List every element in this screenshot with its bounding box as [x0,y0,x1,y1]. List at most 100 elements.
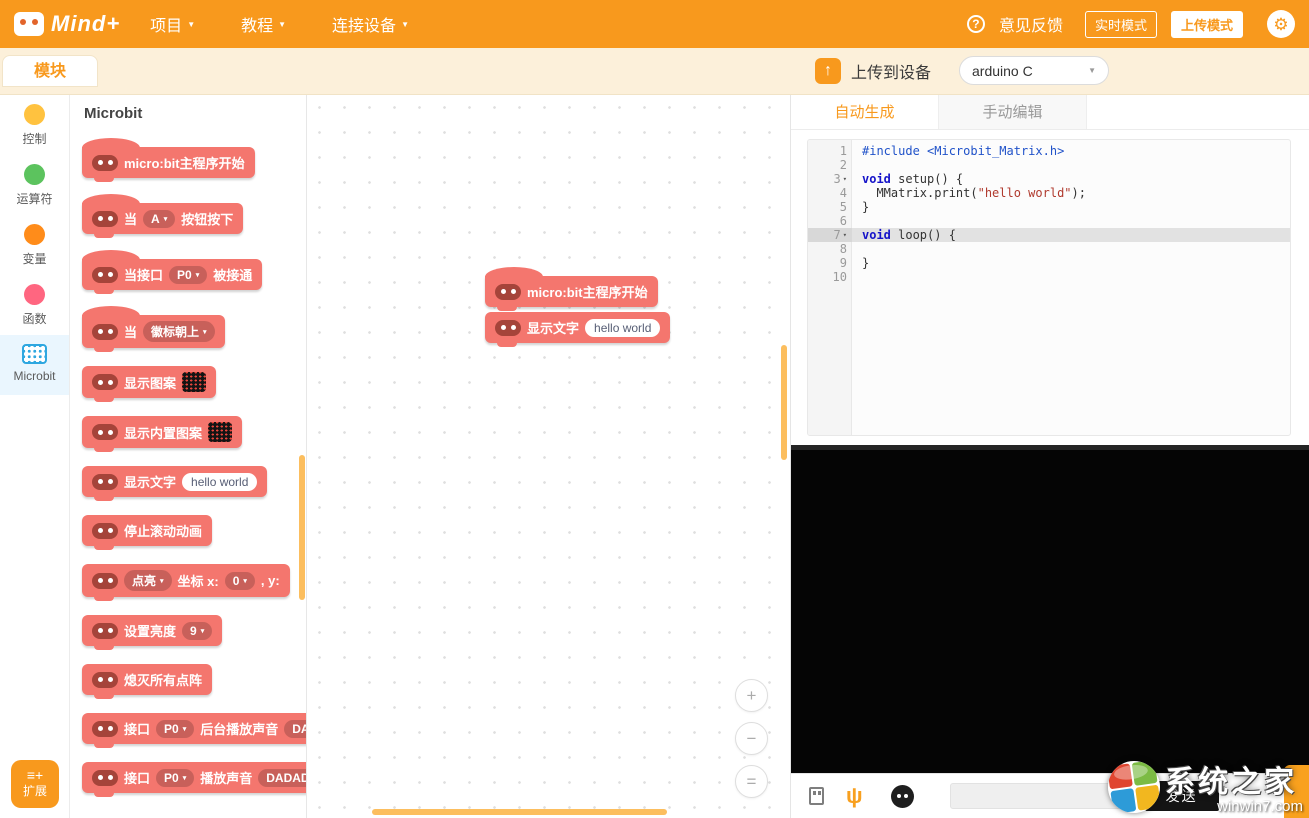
category-label: 变量 [22,250,46,267]
canvas[interactable]: micro:bit主程序开始显示文字hello world + − = [307,95,790,818]
board-select[interactable]: arduino C ▼ [959,56,1109,85]
line-number: 9 [808,256,852,270]
block-label: micro:bit主程序开始 [124,153,245,172]
palette-block[interactable]: 停止滚动动画 [82,515,212,546]
code-text: } [852,256,869,270]
code-line: 6 [808,214,1290,228]
zoom-in-button[interactable]: + [735,679,768,712]
category-operators[interactable]: 运算符 [0,155,69,215]
palette-block[interactable]: 当接口P0▾被接通 [82,259,262,290]
category-microbit[interactable]: Microbit [0,335,69,395]
fold-caret-icon[interactable]: ▾ [843,228,847,242]
palette-block[interactable]: 接口P0▾后台播放声音DADADADUM▾ [82,713,307,744]
block-label: 停止滚动动画 [124,521,202,540]
usb-serial-icon[interactable]: ψ [846,785,863,807]
category-variables[interactable]: 变量 [0,215,69,275]
microbit-chip-icon [22,344,47,364]
palette-block[interactable]: micro:bit主程序开始 [82,147,255,178]
code-line: 9} [808,256,1290,270]
extension-button[interactable]: ≡+ 扩展 [11,760,59,808]
block-face-icon [92,374,118,390]
block-text-field[interactable]: hello world [182,473,257,491]
block-dropdown[interactable]: P0▾ [156,720,194,738]
tab-auto-generate[interactable]: 自动生成 [791,95,939,129]
device-icon[interactable] [891,785,914,808]
palette-block[interactable]: 显示文字hello world [82,466,267,497]
led-matrix-icon[interactable] [182,372,206,392]
upload-mode-button[interactable]: 上传模式 [1171,11,1243,38]
block-dropdown[interactable]: 9▾ [182,622,212,640]
canvas-horizontal-scrollbar[interactable] [372,809,667,815]
chevron-down-icon: ▼ [278,20,286,29]
code-line: 1#include <Microbit_Matrix.h> [808,144,1290,158]
block-label: 按钮按下 [181,209,233,228]
line-number: 5 [808,200,852,214]
chevron-down-icon: ▼ [1088,66,1096,75]
zoom-out-button[interactable]: − [735,722,768,755]
block-label: 设置亮度 [124,621,176,640]
block-face-icon [495,284,521,300]
send-button[interactable]: 发送 [1145,781,1219,811]
category-label: 运算符 [16,190,52,207]
control-category-icon [24,104,45,125]
palette-block[interactable]: 当徽标朝上▾ [82,315,225,348]
canvas-vertical-scrollbar[interactable] [781,345,787,460]
block-dropdown[interactable]: DADADADUM▾ [258,769,307,787]
code-text [852,158,862,172]
chevron-down-icon: ▾ [183,774,187,782]
block-label: 接口 [124,719,150,738]
serial-monitor[interactable] [791,445,1309,773]
code-panel: 自动生成 手动编辑 1#include <Microbit_Matrix.h>2… [790,95,1309,818]
menu-connect-device[interactable]: 连接设备 ▼ [332,12,409,36]
canvas-script: micro:bit主程序开始显示文字hello world [485,267,670,343]
block-face-icon [495,320,521,336]
block-dropdown[interactable]: 徽标朝上▾ [143,321,215,342]
code-line: 7▾void loop() { [808,228,1290,242]
app-logo[interactable]: Mind+ [14,11,120,37]
category-functions[interactable]: 函数 [0,275,69,335]
palette-block[interactable]: 显示内置图案 [82,416,242,448]
menu-tutorial[interactable]: 教程 ▼ [241,12,286,36]
usb-plug-icon[interactable] [809,787,824,805]
block-dropdown[interactable]: A▾ [143,210,175,228]
settings-button[interactable]: ⚙ [1267,10,1295,38]
block-label: 显示内置图案 [124,423,202,442]
palette-block[interactable]: 设置亮度 9▾ [82,615,222,646]
zoom-reset-button[interactable]: = [735,765,768,798]
corner-expand-button[interactable] [1284,765,1309,818]
menu-label: 项目 [150,12,182,36]
palette-block[interactable]: 熄灭所有点阵 [82,664,212,695]
script-block[interactable]: 显示文字hello world [485,312,670,343]
script-block[interactable]: micro:bit主程序开始 [485,276,658,307]
block-dropdown[interactable]: P0▾ [169,266,207,284]
palette-block[interactable]: 点亮▾坐标 x:0▾, y: [82,564,290,597]
block-label: 当 [124,322,137,341]
menu-project[interactable]: 项目 ▼ [150,12,195,36]
block-label: 播放声音 [200,768,252,787]
serial-toolbar: ψ 发送 [791,773,1309,818]
fold-caret-icon[interactable]: ▾ [843,172,847,186]
realtime-mode-button[interactable]: 实时模式 [1085,11,1157,38]
tab-manual-edit[interactable]: 手动编辑 [939,95,1087,129]
block-dropdown[interactable]: 点亮▾ [124,570,172,591]
serial-input[interactable] [950,783,1135,809]
palette-block[interactable]: 接口P0▾播放声音DADADADUM▾ [82,762,307,793]
led-matrix-icon[interactable] [208,422,232,442]
block-label: 当接口 [124,265,163,284]
palette-scrollbar[interactable] [299,455,305,600]
block-dropdown[interactable]: DADADADUM▾ [284,720,307,738]
tab-modules[interactable]: 模块 [2,55,98,87]
block-face-icon [92,523,118,539]
block-dropdown[interactable]: P0▾ [156,769,194,787]
block-dropdown[interactable]: 0▾ [225,572,255,590]
palette-blocks: micro:bit主程序开始当A▾按钮按下当接口P0▾被接通当徽标朝上▾显示图案… [70,147,306,793]
category-control[interactable]: 控制 [0,95,69,155]
block-text-field[interactable]: hello world [585,319,660,337]
palette-block[interactable]: 显示图案 [82,366,216,398]
feedback-link[interactable]: 意见反馈 [999,12,1063,36]
help-icon[interactable]: ? [967,15,985,33]
code-editor[interactable]: 1#include <Microbit_Matrix.h>23▾void set… [807,139,1291,436]
upload-to-device-button[interactable]: ↑ [815,58,841,84]
code-lines: 1#include <Microbit_Matrix.h>23▾void set… [808,140,1290,284]
palette-block[interactable]: 当A▾按钮按下 [82,203,243,234]
